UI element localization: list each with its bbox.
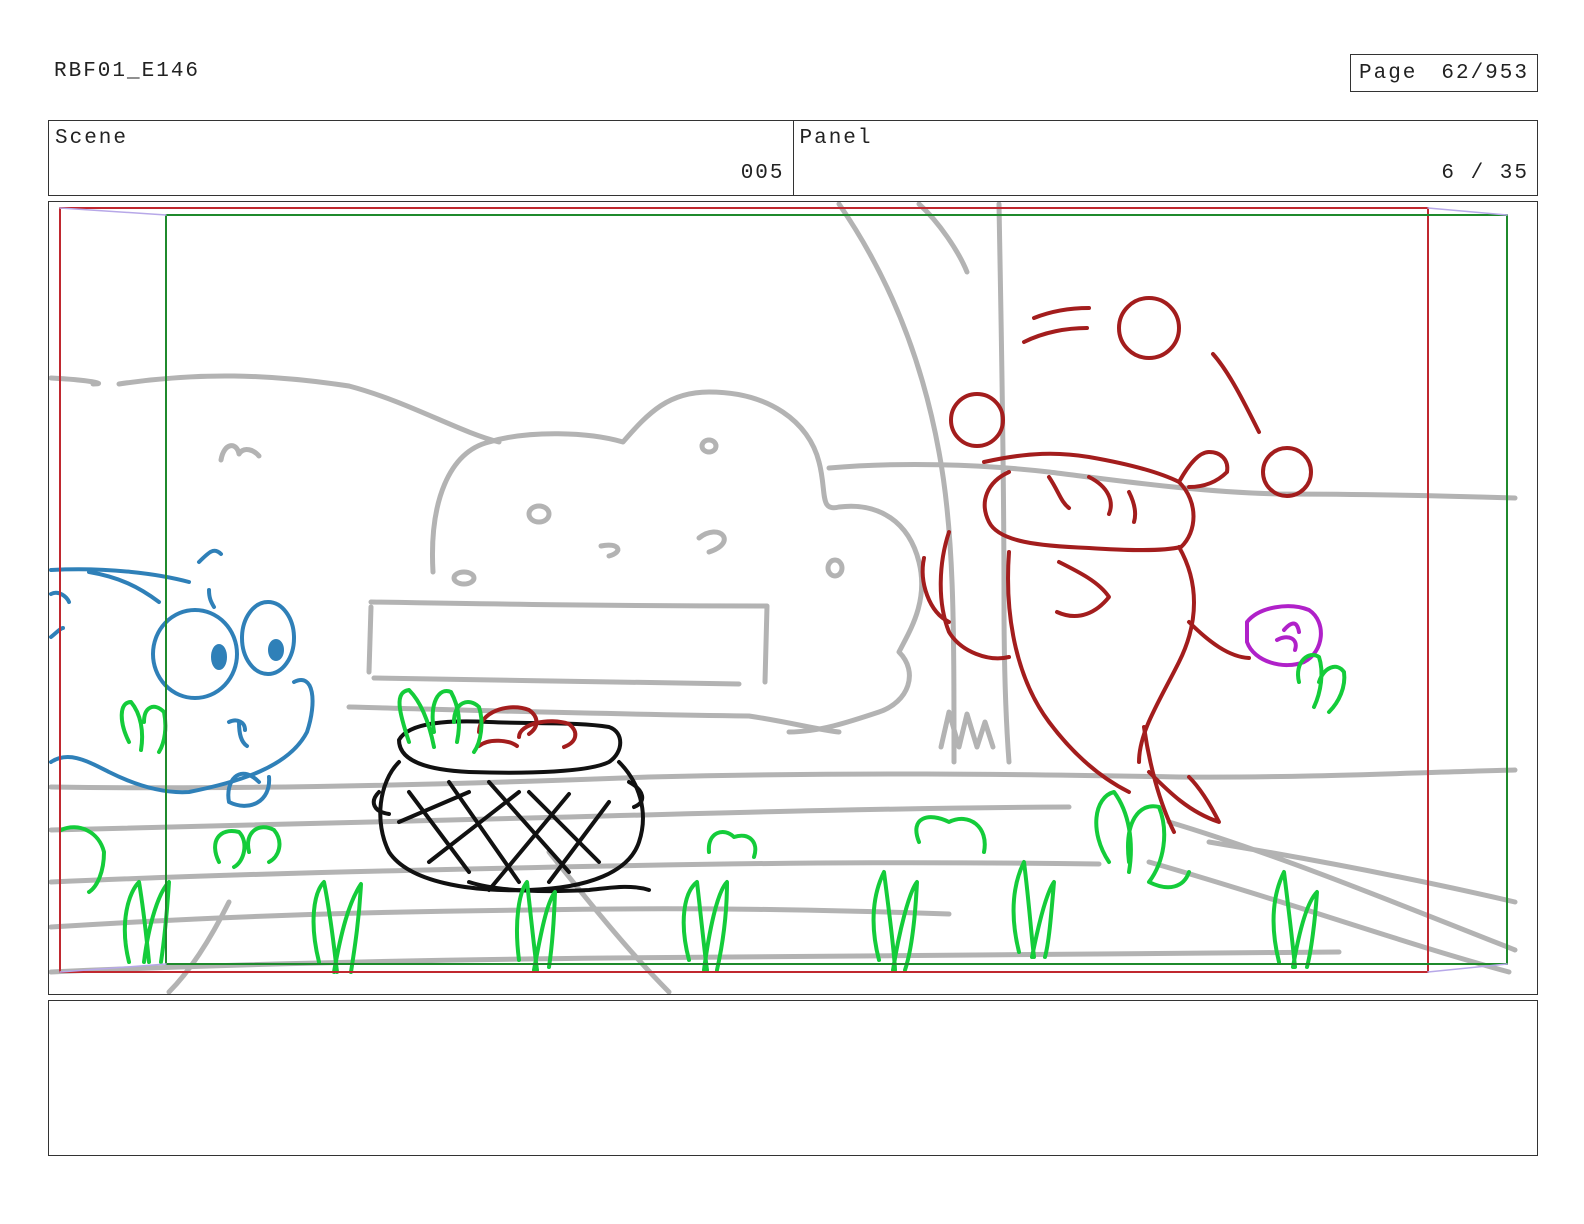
episode-code: RBF01_E146 [54, 60, 201, 83]
panel-cell: Panel 6 / 35 [792, 121, 1538, 195]
red-character [920, 296, 1313, 834]
storyboard-sketch [49, 202, 1518, 994]
panel-label: Panel [799, 127, 873, 150]
bush-spot-2 [699, 437, 719, 455]
bench-back [366, 599, 770, 687]
title-safe-frame [165, 214, 1508, 965]
scene-label: Scene [55, 127, 129, 150]
bush-spot-1 [526, 503, 552, 525]
blue-character [49, 548, 315, 808]
action-safe-frame [59, 207, 1429, 973]
tree-trunk [836, 202, 957, 765]
bush-spot-3 [451, 569, 477, 587]
page-indicator: Page 62/953 [1350, 54, 1538, 92]
storyboard-frame [48, 201, 1538, 995]
path-row-4 [49, 906, 952, 930]
hill-mark [218, 443, 262, 463]
scene-panel-table: Scene 005 Panel 6 / 35 [48, 120, 1538, 196]
path-row-3 [49, 860, 1102, 885]
page-number: 62/953 [1441, 61, 1529, 85]
panel-number: 6 / 35 [1441, 162, 1529, 185]
horizon-line [826, 462, 1518, 501]
page-label: Page [1359, 61, 1418, 85]
path-row-5 [49, 949, 1342, 975]
hill-line [49, 373, 502, 445]
scene-number: 005 [740, 162, 785, 185]
tree-trunk-right [996, 202, 1012, 765]
bush-curl-1 [696, 529, 727, 555]
path-edge-right [1146, 819, 1518, 975]
bush-spot-4 [825, 557, 845, 579]
grass-tufts [938, 709, 996, 750]
background-layout [49, 202, 1518, 994]
scene-cell: Scene 005 [49, 121, 793, 195]
panel-notes-box [48, 1000, 1538, 1156]
bush-curl-2 [598, 542, 621, 559]
